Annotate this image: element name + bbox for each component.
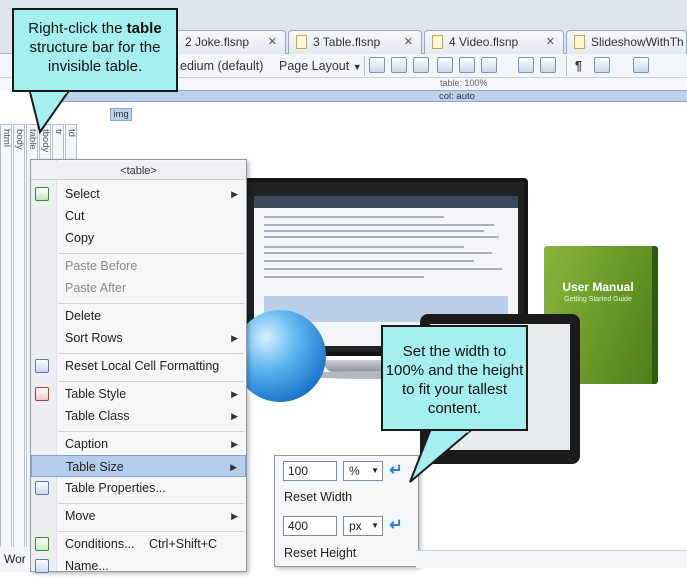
- callout-right-click: Right-click the table structure bar for …: [12, 8, 178, 92]
- callout-set-size: Set the width to 100% and the height to …: [381, 325, 528, 431]
- status-bar: Wor: [0, 547, 30, 572]
- bottom-toolbar: [416, 550, 687, 568]
